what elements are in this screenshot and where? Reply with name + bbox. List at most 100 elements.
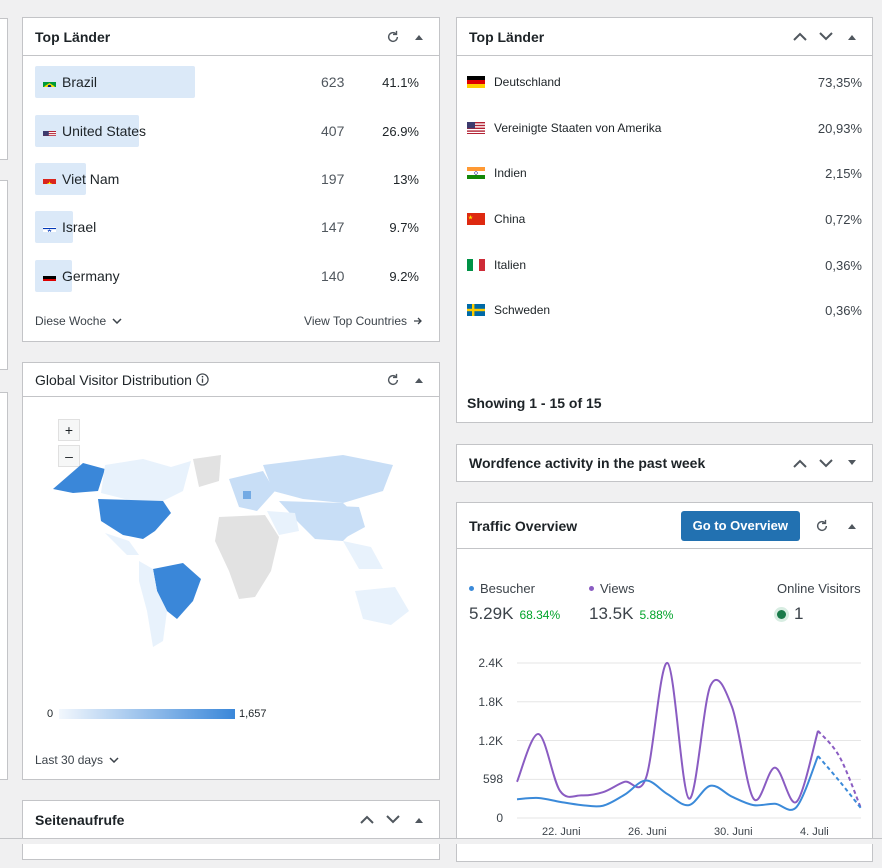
chevron-down-icon[interactable] <box>818 455 834 471</box>
views-label: Views <box>600 581 635 596</box>
collapse-icon[interactable] <box>411 29 427 45</box>
map-southeast-asia <box>343 541 383 569</box>
us-flag-icon <box>43 127 56 136</box>
arrow-right-icon <box>414 317 422 325</box>
traffic-overview-panel: Traffic Overview Go to Overview Besucher… <box>456 502 873 862</box>
country-percent: 9.2% <box>389 268 419 284</box>
left-panel-edge <box>0 392 8 780</box>
country-percent: 9.7% <box>389 219 419 235</box>
views-series-line <box>516 661 819 804</box>
collapse-icon[interactable] <box>411 812 427 828</box>
view-link-label: View Top Countries <box>304 314 407 328</box>
panel-title: Traffic Overview <box>469 517 578 534</box>
vietnam-flag-icon <box>43 175 56 184</box>
country-row: Italien 0,36% <box>467 255 862 275</box>
zoom-in-button[interactable]: + <box>58 419 80 441</box>
country-count: 623 <box>321 74 345 90</box>
seitenaufrufe-panel: Seitenaufrufe <box>22 800 440 860</box>
country-count: 407 <box>321 123 345 139</box>
chevron-down-icon[interactable] <box>385 812 401 828</box>
country-percent: 0,36% <box>825 302 862 318</box>
x-tick-label: 4. Juli <box>800 826 829 838</box>
india-flag-icon <box>467 167 485 179</box>
top-countries-panel: Top Länder Brazil 623 41.1% United State… <box>22 17 440 342</box>
map-africa <box>215 515 279 599</box>
expand-icon[interactable] <box>844 455 860 471</box>
refresh-icon[interactable] <box>385 29 401 45</box>
view-top-countries-link[interactable]: View Top Countries <box>304 314 423 328</box>
y-tick-label: 0 <box>496 811 503 825</box>
country-name: Deutschland <box>494 75 561 89</box>
map-canada <box>101 459 191 501</box>
panel-header: Top Länder <box>457 18 872 56</box>
panel-header: Seitenaufrufe <box>23 801 439 839</box>
global-visitor-distribution-panel: Global Visitor Distribution + – 0 1,657 … <box>22 362 440 780</box>
germany-flag-icon <box>43 272 56 281</box>
country-name: Viet Nam <box>62 171 120 187</box>
legend-max-label: 1,657 <box>239 708 267 720</box>
info-icon <box>196 373 209 386</box>
visitors-label: Besucher <box>480 581 535 596</box>
map-australia <box>355 587 409 625</box>
online-visitors-stat: Online Visitors 1 <box>777 581 861 624</box>
country-name: Schweden <box>494 303 551 317</box>
chevron-up-icon[interactable] <box>359 812 375 828</box>
country-name: United States <box>62 123 147 139</box>
map-greenland <box>193 455 221 487</box>
y-tick-label: 1.2K <box>478 733 503 748</box>
chevron-down-icon[interactable] <box>818 29 834 45</box>
country-percent: 73,35% <box>817 74 862 90</box>
bottom-divider <box>0 838 882 844</box>
period-label: Last 30 days <box>35 753 104 767</box>
period-dropdown[interactable]: Last 30 days <box>35 753 119 767</box>
country-name: China <box>494 212 526 226</box>
views-forecast-line <box>817 730 862 809</box>
top-countries-detailed-panel: Top Länder Deutschland 73,35% Vereinigte… <box>456 17 873 423</box>
panel-header: Global Visitor Distribution <box>23 363 439 397</box>
refresh-icon[interactable] <box>814 518 830 534</box>
country-row: Schweden 0,36% <box>467 300 862 320</box>
map-usa <box>98 499 171 539</box>
left-panel-edge <box>0 180 8 370</box>
italy-flag-icon <box>467 259 485 271</box>
country-row: United States 407 26.9% <box>35 115 427 147</box>
views-value: 13.5K <box>589 604 634 623</box>
country-row: Germany 140 9.2% <box>35 260 427 292</box>
panel-header: Wordfence activity in the past week <box>457 445 872 481</box>
country-name: Vereinigte Staaten von Amerika <box>494 121 662 135</box>
views-change: 5.88% <box>639 608 674 622</box>
map-germany <box>243 491 251 499</box>
brazil-flag-icon <box>43 78 56 87</box>
map-alaska <box>53 463 105 493</box>
country-percent: 13% <box>392 171 419 187</box>
country-name: Italien <box>494 258 527 272</box>
visitors-change: 68.34% <box>519 608 561 622</box>
y-tick-label: 598 <box>482 772 503 787</box>
country-row: Viet Nam 197 13% <box>35 163 427 195</box>
country-row: Israel 147 9.7% <box>35 211 427 243</box>
legend-gradient <box>59 709 235 719</box>
x-tick-label: 22. Juni <box>542 826 581 838</box>
period-label: Diese Woche <box>35 314 107 328</box>
panel-title: Seitenaufrufe <box>35 811 125 828</box>
country-row: Indien 2,15% <box>467 163 862 183</box>
chevron-up-icon[interactable] <box>792 455 808 471</box>
visitors-series-line <box>516 755 819 811</box>
collapse-icon[interactable] <box>844 29 860 45</box>
refresh-icon[interactable] <box>385 372 401 388</box>
period-dropdown[interactable]: Diese Woche <box>35 314 122 328</box>
chevron-down-icon <box>112 318 122 324</box>
collapse-icon[interactable] <box>411 372 427 388</box>
collapse-icon[interactable] <box>844 518 860 534</box>
country-count: 147 <box>321 219 345 235</box>
online-dot-icon <box>777 609 786 619</box>
chevron-down-icon <box>109 757 119 763</box>
go-to-overview-button[interactable]: Go to Overview <box>680 510 800 541</box>
views-dot-icon <box>589 586 594 591</box>
chevron-up-icon[interactable] <box>792 29 808 45</box>
country-name: Germany <box>62 268 120 284</box>
world-map[interactable] <box>43 451 413 661</box>
views-stat: Views 13.5K 5.88% <box>589 581 673 624</box>
panel-header: Traffic Overview Go to Overview <box>457 503 872 549</box>
country-percent: 41.1% <box>382 74 419 90</box>
